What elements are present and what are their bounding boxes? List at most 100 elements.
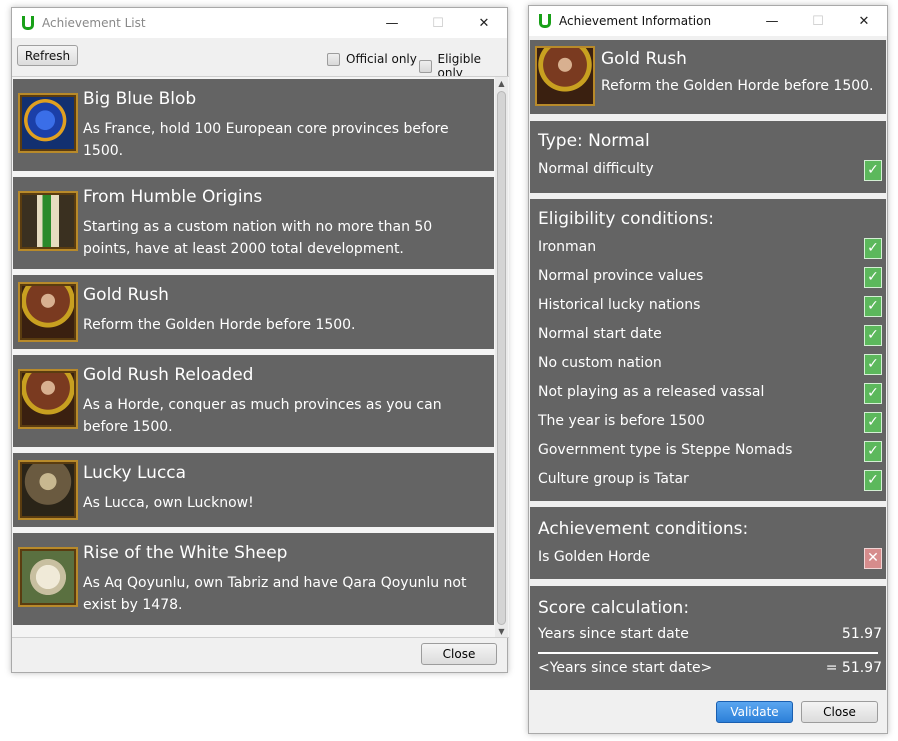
app-icon: [22, 16, 34, 30]
score-section: Score calculation: Years since start dat…: [530, 586, 886, 690]
condition-label: Government type is Steppe Nomads: [538, 442, 793, 458]
item-description: As Lucca, own Lucknow!: [83, 495, 254, 511]
scroll-thumb[interactable]: [497, 91, 506, 625]
condition-row: Normal start date ✓: [538, 323, 882, 352]
minimize-button[interactable]: —: [749, 6, 795, 36]
achievement-list[interactable]: Big Blue Blob As France, hold 100 Europe…: [12, 76, 509, 638]
gold-rush-icon: [18, 369, 78, 429]
eligibility-section: Eligibility conditions: Ironman ✓ Normal …: [530, 199, 886, 501]
achievement-conditions-section: Achievement conditions: Is Golden Horde …: [530, 507, 886, 579]
condition-label: Normal province values: [538, 268, 704, 284]
achievement-info-window: Achievement Information — ☐ ✕ Gold Rush …: [528, 5, 888, 734]
item-description: Starting as a custom nation with no more…: [83, 219, 433, 257]
title-bar[interactable]: Achievement List — ☐ ✕: [12, 8, 507, 38]
scroll-up-arrow-icon[interactable]: ▲: [495, 77, 508, 89]
condition-label: No custom nation: [538, 355, 662, 371]
list-item[interactable]: Lucky Lucca As Lucca, own Lucknow!: [13, 453, 494, 527]
score-total-row: <Years since start date> = 51.97: [538, 657, 882, 686]
achievement-header: Gold Rush Reform the Golden Horde before…: [530, 40, 886, 114]
condition-label: Is Golden Horde: [538, 549, 651, 565]
check-icon: ✓: [864, 470, 882, 491]
score-row-value: 51.97: [841, 626, 882, 642]
item-description: Reform the Golden Horde before 1500.: [83, 317, 356, 333]
condition-row: Historical lucky nations ✓: [538, 294, 882, 323]
condition-label: Not playing as a released vassal: [538, 384, 765, 400]
minimize-button[interactable]: —: [369, 8, 415, 38]
list-item[interactable]: Big Blue Blob As France, hold 100 Europe…: [13, 79, 494, 171]
check-icon: ✓: [864, 383, 882, 404]
gold-rush-icon: [535, 46, 595, 106]
window-title: Achievement List: [42, 16, 146, 30]
item-name: Gold Rush: [83, 285, 169, 305]
cross-icon: ✕: [864, 548, 882, 569]
lucky-lucca-icon: [18, 460, 78, 520]
title-bar[interactable]: Achievement Information — ☐ ✕: [529, 6, 887, 36]
white-sheep-icon: [18, 547, 78, 607]
gold-rush-icon: [18, 282, 78, 342]
achievement-description: Reform the Golden Horde before 1500.: [601, 78, 874, 94]
list-item[interactable]: Gold Rush Reform the Golden Horde before…: [13, 275, 494, 349]
difficulty-label: Normal difficulty: [538, 161, 654, 177]
item-description: As Aq Qoyunlu, own Tabriz and have Qara …: [83, 575, 467, 613]
score-total-value: = 51.97: [825, 660, 882, 676]
maximize-button: ☐: [812, 13, 824, 29]
info-close-button[interactable]: Close: [801, 701, 878, 723]
condition-row: The year is before 1500 ✓: [538, 410, 882, 439]
condition-row: Normal province values ✓: [538, 265, 882, 294]
item-name: From Humble Origins: [83, 187, 263, 207]
condition-label: Historical lucky nations: [538, 297, 701, 313]
app-icon: [539, 14, 551, 28]
check-icon: ✓: [864, 441, 882, 462]
achievement-conditions-heading: Achievement conditions:: [538, 519, 749, 539]
official-only-box[interactable]: [327, 52, 340, 66]
score-divider: [538, 652, 878, 654]
condition-row: Culture group is Tatar ✓: [538, 468, 882, 497]
item-name: Gold Rush Reloaded: [83, 365, 254, 385]
validate-button[interactable]: Validate: [716, 701, 793, 723]
eligible-only-box[interactable]: [419, 59, 432, 73]
condition-row: Government type is Steppe Nomads ✓: [538, 439, 882, 468]
condition-label: The year is before 1500: [538, 413, 705, 429]
check-icon: ✓: [864, 354, 882, 375]
condition-label: Normal start date: [538, 326, 662, 342]
score-row-label: Years since start date: [538, 626, 689, 642]
blue-blob-icon: [18, 93, 78, 153]
list-scrollbar[interactable]: ▲ ▼: [495, 77, 508, 637]
type-section: Type: Normal Normal difficulty ✓: [530, 121, 886, 193]
condition-label: Culture group is Tatar: [538, 471, 689, 487]
item-name: Lucky Lucca: [83, 463, 187, 483]
score-total-label: <Years since start date>: [538, 660, 713, 676]
type-heading: Type: Normal: [538, 131, 650, 151]
check-icon: ✓: [864, 325, 882, 346]
list-item[interactable]: Rise of the White Sheep As Aq Qoyunlu, o…: [13, 533, 494, 625]
item-name: Rise of the White Sheep: [83, 543, 288, 563]
list-close-button[interactable]: Close: [421, 643, 497, 665]
achievement-name: Gold Rush: [601, 49, 687, 69]
official-only-checkbox[interactable]: Official only: [327, 52, 417, 66]
official-only-label: Official only: [346, 52, 417, 66]
condition-row: No custom nation ✓: [538, 352, 882, 381]
check-icon: ✓: [864, 238, 882, 259]
close-window-button[interactable]: ✕: [841, 6, 887, 36]
list-item[interactable]: From Humble Origins Starting as a custom…: [13, 177, 494, 269]
list-item[interactable]: Gold Rush Reloaded As a Horde, conquer a…: [13, 355, 494, 447]
eligibility-heading: Eligibility conditions:: [538, 209, 714, 229]
chess-pieces-icon: [18, 191, 78, 251]
item-description: As a Horde, conquer as much provinces as…: [83, 397, 442, 435]
check-icon: ✓: [864, 296, 882, 317]
condition-row: Not playing as a released vassal ✓: [538, 381, 882, 410]
item-description: As France, hold 100 European core provin…: [83, 121, 449, 159]
achievement-list-window: Achievement List — ☐ ✕ Refresh Official …: [11, 7, 509, 673]
difficulty-row: Normal difficulty ✓: [538, 158, 882, 187]
condition-row: Is Golden Horde ✕: [538, 546, 882, 575]
check-icon: ✓: [864, 412, 882, 433]
list-toolbar: Refresh Official only Eligible only: [12, 38, 507, 80]
window-title: Achievement Information: [559, 14, 712, 28]
score-row: Years since start date 51.97: [538, 623, 882, 652]
refresh-button[interactable]: Refresh: [17, 45, 78, 66]
check-icon: ✓: [864, 160, 882, 181]
close-window-button[interactable]: ✕: [461, 8, 507, 38]
condition-label: Ironman: [538, 239, 597, 255]
score-heading: Score calculation:: [538, 598, 690, 618]
scroll-down-arrow-icon[interactable]: ▼: [495, 625, 508, 637]
